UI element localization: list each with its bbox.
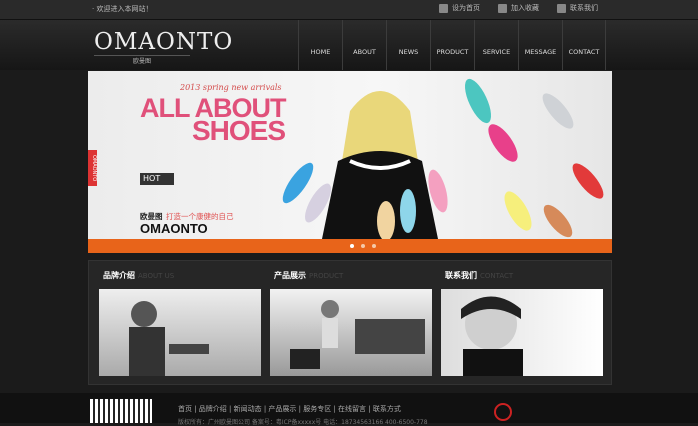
logo-text: OMAONTO bbox=[94, 29, 234, 55]
welcome-text: · 欢迎进入本网站！ bbox=[92, 5, 153, 13]
slide-dot-1[interactable] bbox=[350, 244, 354, 248]
nav-product[interactable]: PRODUCT bbox=[430, 20, 474, 70]
about-title: 品牌介绍 ABOUT US bbox=[103, 270, 265, 281]
seal-icon bbox=[494, 403, 512, 421]
about-photo bbox=[129, 301, 209, 376]
top-links: 设为首页 加入收藏 联系我们 bbox=[439, 3, 598, 13]
contact-us-link[interactable]: 联系我们 bbox=[557, 3, 598, 13]
contact-title: 联系我们 CONTACT bbox=[445, 270, 607, 281]
about-title-en: ABOUT US bbox=[138, 272, 175, 280]
top-bar: · 欢迎进入本网站！ 设为首页 加入收藏 联系我们 bbox=[0, 0, 698, 20]
nav-message[interactable]: MESSAGE bbox=[518, 20, 562, 70]
promo-script: 2013 spring new arrivals bbox=[180, 83, 282, 92]
nav-about[interactable]: ABOUT bbox=[342, 20, 386, 70]
side-tag[interactable]: OMAONTO bbox=[88, 150, 97, 186]
promo-headline-2: SHOES bbox=[192, 115, 286, 146]
contact-image[interactable] bbox=[441, 289, 603, 376]
main-nav: HOME ABOUT NEWS PRODUCT SERVICE MESSAGE … bbox=[298, 20, 606, 70]
slide-dot-2[interactable] bbox=[361, 244, 365, 248]
nav-home[interactable]: HOME bbox=[298, 20, 342, 70]
nav-contact[interactable]: CONTACT bbox=[562, 20, 606, 70]
footer-links[interactable]: 首页 | 品牌介绍 | 新闻动态 | 产品展示 | 服务专区 | 在线留言 | … bbox=[178, 404, 401, 414]
product-image[interactable] bbox=[270, 289, 432, 376]
slider-dots bbox=[350, 244, 376, 248]
hot-badge: HOT bbox=[140, 173, 174, 185]
nav-service[interactable]: SERVICE bbox=[474, 20, 518, 70]
about-title-cn: 品牌介绍 bbox=[103, 271, 135, 280]
set-homepage-label: 设为首页 bbox=[452, 4, 480, 12]
nav-news[interactable]: NEWS bbox=[386, 20, 430, 70]
product-title-cn: 产品展示 bbox=[274, 271, 306, 280]
slide-dot-3[interactable] bbox=[372, 244, 376, 248]
product-photo bbox=[290, 300, 425, 369]
contact-title-en: CONTACT bbox=[480, 272, 514, 280]
footer-copyright: 版权所有：广州欧曼图公司 备案号：粤ICP备xxxxx号 电话：18734563… bbox=[178, 419, 428, 426]
hero-banner[interactable]: 2013 spring new arrivals ALL ABOUT SHOES… bbox=[88, 71, 612, 239]
brand-en: OMAONTO bbox=[140, 221, 208, 236]
add-favorite-label: 加入收藏 bbox=[511, 4, 539, 12]
home-icon bbox=[439, 3, 448, 13]
about-image[interactable] bbox=[99, 289, 261, 376]
section-product: 产品展示 PRODUCT bbox=[270, 270, 436, 376]
add-favorite-link[interactable]: 加入收藏 bbox=[498, 3, 539, 13]
logo[interactable]: OMAONTO 欧曼图 bbox=[94, 29, 234, 65]
contact-title-cn: 联系我们 bbox=[445, 271, 477, 280]
contact-us-label: 联系我们 bbox=[570, 4, 598, 12]
product-title-en: PRODUCT bbox=[309, 272, 344, 280]
bookmark-icon bbox=[498, 3, 507, 13]
set-homepage-link[interactable]: 设为首页 bbox=[439, 3, 480, 13]
contact-icon bbox=[557, 3, 566, 13]
qr-code bbox=[90, 399, 152, 423]
logo-subtext: 欧曼图 bbox=[94, 55, 190, 65]
section-about: 品牌介绍 ABOUT US bbox=[99, 270, 265, 376]
section-contact: 联系我们 CONTACT bbox=[441, 270, 607, 376]
product-title: 产品展示 PRODUCT bbox=[274, 270, 436, 281]
contact-photo bbox=[461, 296, 523, 376]
